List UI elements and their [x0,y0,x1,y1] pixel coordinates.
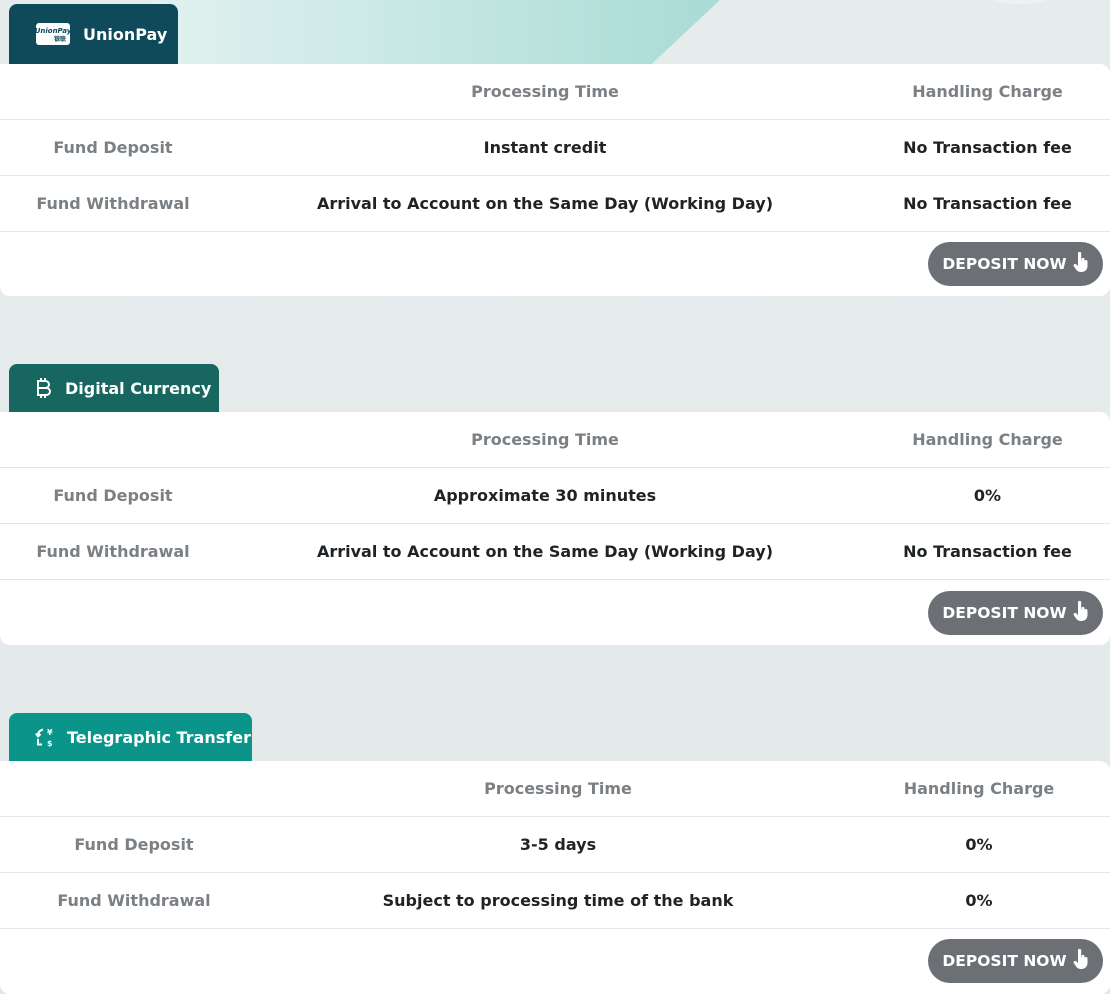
handling-charge-value: 0% [973,486,1002,505]
unionpay-logo-sub: 银联 [54,35,66,43]
table-header: Processing Time Handling Charge [0,64,1110,120]
unionpay-logo-text: UnionPay [35,27,71,35]
row-label: Fund Withdrawal [36,542,190,561]
svg-text:¥: ¥ [47,728,53,737]
table-header: Processing Time Handling Charge [0,412,1110,468]
row-label: Fund Deposit [53,486,173,505]
deposit-now-label: DEPOSIT NOW [942,952,1067,970]
hand-pointer-icon [1073,251,1089,277]
header-handling-charge: Handling Charge [912,430,1063,449]
hand-pointer-icon [1073,948,1089,974]
bitcoin-icon [35,377,53,399]
header-handling-charge: Handling Charge [903,779,1055,798]
handling-charge-value: 0% [965,835,993,854]
row-label: Fund Deposit [74,835,194,854]
fees-card: Processing Time Handling Charge Fund Dep… [0,412,1110,645]
handling-charge-value: No Transaction fee [903,542,1072,561]
processing-time-value: Subject to processing time of the bank [382,891,734,910]
deposit-now-button[interactable]: DEPOSIT NOW [928,591,1103,635]
deposit-now-label: DEPOSIT NOW [942,604,1067,622]
fees-card: Processing Time Handling Charge Fund Dep… [0,64,1110,296]
unionpay-section: UnionPay 银联 UnionPay Processing Time Han… [0,4,1110,296]
telegraphic-transfer-section: ¥ $ Telegraphic Transfer Processing Time… [0,713,1110,994]
header-processing-time: Processing Time [471,430,619,449]
digital-currency-section: Digital Currency Processing Time Handlin… [0,364,1110,645]
handling-charge-value: No Transaction fee [903,194,1072,213]
table-row: Fund Deposit Instant credit No Transacti… [0,120,1110,176]
row-label: Fund Withdrawal [36,194,190,213]
tab-digital-currency[interactable]: Digital Currency [9,364,219,412]
deposit-now-button[interactable]: DEPOSIT NOW [928,939,1103,983]
processing-time-value: 3-5 days [519,835,597,854]
table-row: Fund Deposit 3-5 days 0% [0,817,1110,873]
table-row: Fund Deposit Approximate 30 minutes 0% [0,468,1110,524]
tab-unionpay[interactable]: UnionPay 银联 UnionPay [9,4,178,64]
header-processing-time: Processing Time [471,82,619,101]
processing-time-value: Instant credit [483,138,607,157]
table-row: Fund Withdrawal Arrival to Account on th… [0,524,1110,580]
deposit-now-button[interactable]: DEPOSIT NOW [928,242,1103,286]
processing-time-value: Approximate 30 minutes [433,486,657,505]
processing-time-value: Arrival to Account on the Same Day (Work… [316,194,774,213]
row-label: Fund Deposit [53,138,173,157]
fees-card: Processing Time Handling Charge Fund Dep… [0,761,1110,994]
deposit-now-label: DEPOSIT NOW [942,255,1067,273]
currency-exchange-icon: ¥ $ [35,726,55,748]
handling-charge-value: 0% [965,891,993,910]
header-processing-time: Processing Time [484,779,632,798]
tab-label: Digital Currency [65,378,212,398]
unionpay-logo-icon: UnionPay 银联 [35,22,71,46]
tab-label: UnionPay [83,24,168,44]
svg-text:$: $ [47,739,53,748]
tab-label: Telegraphic Transfer [67,727,251,747]
row-label: Fund Withdrawal [57,891,211,910]
table-header: Processing Time Handling Charge [0,761,1110,817]
processing-time-value: Arrival to Account on the Same Day (Work… [316,542,774,561]
header-handling-charge: Handling Charge [912,82,1063,101]
table-row: Fund Withdrawal Subject to processing ti… [0,873,1110,929]
tab-telegraphic-transfer[interactable]: ¥ $ Telegraphic Transfer [9,713,252,761]
table-row: Fund Withdrawal Arrival to Account on th… [0,176,1110,232]
handling-charge-value: No Transaction fee [903,138,1072,157]
hand-pointer-icon [1073,600,1089,626]
